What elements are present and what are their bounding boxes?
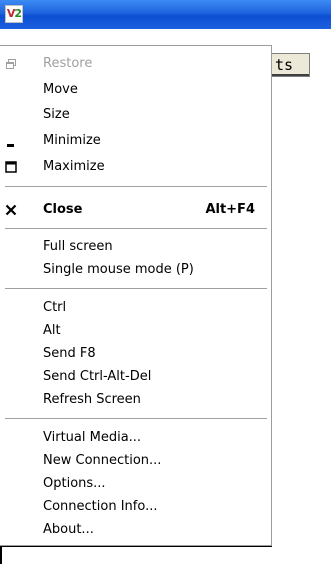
menu-item-send-f8[interactable]: Send F8 xyxy=(0,343,271,365)
menu-bottom-border xyxy=(0,546,272,547)
app-icon[interactable]: V2 xyxy=(5,5,23,23)
menu-item-maximize[interactable]: Maximize xyxy=(0,156,271,178)
menu-separator xyxy=(5,186,267,187)
window-left-edge xyxy=(0,546,2,564)
menu-item-label: Restore xyxy=(43,56,93,71)
menu-item-label: Refresh Screen xyxy=(43,392,141,407)
minimize-icon xyxy=(7,144,14,147)
window-content-area: ts xyxy=(272,29,331,564)
menu-item-label: Ctrl xyxy=(43,300,67,315)
menu-separator xyxy=(5,418,267,419)
menu-item-full-screen[interactable]: Full screen xyxy=(0,236,271,258)
menu-item-label: Virtual Media... xyxy=(43,430,142,445)
menu-item-label: Size xyxy=(43,107,70,122)
menu-item-label: Full screen xyxy=(43,239,113,254)
menu-item-single-mouse-mode[interactable]: Single mouse mode (P) xyxy=(0,259,271,281)
menu-separator xyxy=(5,228,267,229)
menu-item-send-ctrl-alt-del[interactable]: Send Ctrl-Alt-Del xyxy=(0,366,271,388)
menu-item-label: New Connection... xyxy=(43,453,162,468)
menu-separator xyxy=(5,288,267,289)
menu-item-move[interactable]: Move xyxy=(0,79,271,101)
menu-item-label: Options... xyxy=(43,476,106,491)
menu-item-label: Connection Info... xyxy=(43,499,158,514)
menu-item-label: Close xyxy=(43,202,83,217)
menu-item-alt[interactable]: Alt xyxy=(0,320,271,342)
menu-item-label: Send Ctrl-Alt-Del xyxy=(43,369,152,384)
menu-item-ctrl[interactable]: Ctrl xyxy=(0,297,271,319)
background-button[interactable]: ts xyxy=(272,53,310,77)
menu-item-label: About... xyxy=(43,522,94,537)
menu-item-connection-info[interactable]: Connection Info... xyxy=(0,496,271,518)
maximize-icon xyxy=(5,161,17,173)
menu-item-new-connection[interactable]: New Connection... xyxy=(0,450,271,472)
menu-item-label: Minimize xyxy=(43,133,101,148)
menu-item-label: Alt xyxy=(43,323,61,338)
menu-item-virtual-media[interactable]: Virtual Media... xyxy=(0,427,271,449)
menu-item-restore[interactable]: Restore xyxy=(0,53,271,75)
close-icon xyxy=(5,204,17,216)
menu-item-about[interactable]: About... xyxy=(0,519,271,541)
menu-item-size[interactable]: Size xyxy=(0,104,271,126)
restore-icon xyxy=(6,59,16,69)
menu-item-close[interactable]: Close Alt+F4 xyxy=(0,199,271,221)
close-shortcut: Alt+F4 xyxy=(205,202,255,217)
menu-item-options[interactable]: Options... xyxy=(0,473,271,495)
menu-item-label: Single mouse mode (P) xyxy=(43,262,194,277)
menu-item-label: Send F8 xyxy=(43,346,96,361)
title-bar[interactable]: V2 xyxy=(0,0,331,29)
system-menu: Restore Move Size Minimize Maximize Clos… xyxy=(0,45,272,546)
menu-item-minimize[interactable]: Minimize xyxy=(0,130,271,152)
menu-item-label: Maximize xyxy=(43,159,105,174)
menu-item-label: Move xyxy=(43,82,78,97)
menu-item-refresh-screen[interactable]: Refresh Screen xyxy=(0,389,271,411)
